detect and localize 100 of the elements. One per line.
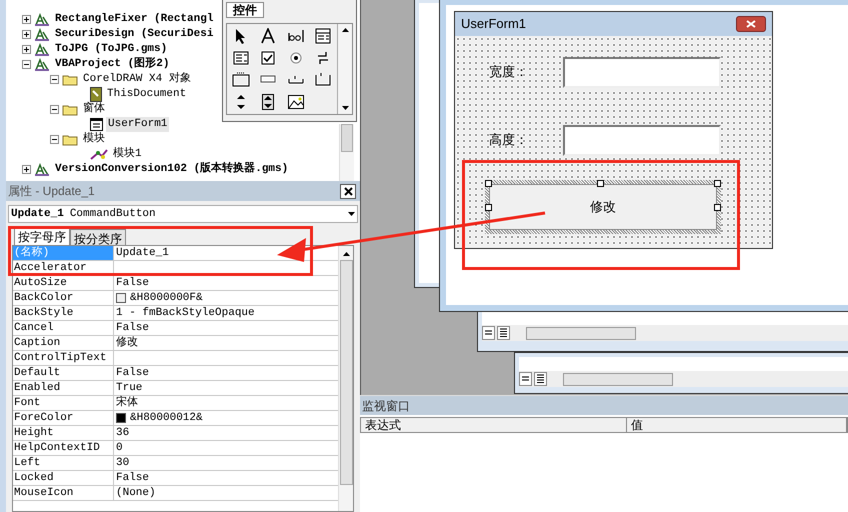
scroll-down-icon[interactable] [342, 106, 348, 110]
resize-handle[interactable] [714, 204, 721, 211]
property-name[interactable]: Default [13, 366, 114, 380]
image-tool-icon[interactable] [288, 95, 304, 110]
project-icon [34, 28, 50, 42]
folder-icon [62, 104, 78, 116]
column-header[interactable]: 表达式 [361, 418, 627, 432]
property-value[interactable]: True [116, 381, 142, 395]
resize-handle[interactable] [485, 204, 492, 211]
tree-item[interactable]: SecuriDesign (SecuriDesi [53, 27, 216, 42]
tree-item[interactable]: VBAProject (图形2) [53, 57, 172, 72]
collapse-toggle[interactable] [50, 105, 59, 114]
collapse-toggle[interactable] [50, 135, 59, 144]
property-name[interactable]: Locked [13, 471, 114, 485]
property-value[interactable]: 宋体 [116, 396, 138, 410]
frame-tool-icon[interactable] [232, 71, 250, 88]
module-view-icon[interactable] [497, 326, 510, 340]
property-name[interactable]: Height [13, 426, 114, 440]
scrollbar[interactable] [526, 326, 636, 340]
property-name[interactable]: ForeColor [13, 411, 114, 425]
property-name[interactable]: AutoSize [13, 276, 114, 290]
tree-item[interactable]: 模块1 [111, 147, 144, 162]
property-value[interactable]: False [116, 366, 150, 380]
command-button[interactable]: 修改 [489, 184, 717, 230]
property-value[interactable]: &H80000012& [130, 411, 203, 425]
resize-handle[interactable] [597, 180, 604, 187]
object-type: CommandButton [70, 206, 157, 222]
tree-item[interactable]: UserForm1 [106, 117, 170, 132]
combobox-tool-icon[interactable] [315, 28, 332, 44]
option-button-tool-icon[interactable] [290, 52, 302, 64]
property-value[interactable]: False [116, 471, 150, 485]
tree-item[interactable]: VersionConversion102 (版本转换器.gms) [53, 162, 290, 177]
property-name[interactable]: Enabled [13, 381, 114, 395]
folder-icon [62, 134, 78, 146]
toolbox-tab[interactable]: 控件 [226, 2, 264, 18]
property-name[interactable]: HelpContextID [13, 441, 114, 455]
tab-strip-tool-icon[interactable] [288, 74, 304, 84]
module-view-icon[interactable] [534, 372, 547, 386]
property-value[interactable]: False [116, 276, 150, 290]
close-icon [344, 186, 352, 196]
project-icon [34, 12, 50, 26]
property-value[interactable]: &H8000000F& [130, 291, 203, 305]
multipage-tool-icon[interactable] [315, 72, 332, 86]
property-name[interactable]: BackStyle [13, 306, 114, 320]
command-button-tool-icon[interactable] [260, 75, 276, 84]
panel-title: 属性 - Update_1 [8, 183, 95, 200]
procedure-view-icon[interactable] [482, 326, 495, 340]
toggle-tool-icon[interactable] [316, 50, 330, 65]
resize-handle[interactable] [714, 180, 721, 187]
folder-icon [62, 74, 78, 86]
property-name[interactable]: ControlTipText [13, 351, 114, 365]
property-value[interactable]: Update_1 [116, 246, 169, 260]
text-field[interactable] [563, 124, 721, 156]
property-name[interactable]: Caption [13, 336, 114, 350]
scroll-up-icon[interactable] [342, 252, 350, 256]
tree-item[interactable]: RectangleFixer (Rectangl [53, 12, 216, 27]
scrollbar[interactable] [337, 24, 352, 114]
property-value[interactable]: (None) [116, 486, 156, 500]
property-name[interactable]: BackColor [13, 291, 114, 305]
property-name[interactable]: Font [13, 396, 114, 410]
tree-item[interactable]: ThisDocument [105, 87, 188, 102]
property-value[interactable]: 36 [116, 426, 130, 440]
module-icon [90, 148, 108, 161]
property-value[interactable]: 30 [116, 456, 130, 470]
textbox-tool-icon[interactable] [286, 28, 305, 43]
tree-item[interactable]: 模块 [81, 132, 107, 147]
text-field[interactable] [563, 56, 721, 88]
resize-handle[interactable] [485, 180, 492, 187]
tree-item[interactable]: 窗体 [81, 102, 107, 117]
close-button[interactable] [736, 16, 766, 32]
expand-toggle[interactable] [22, 165, 31, 174]
properties-tab[interactable]: 按分类序 [70, 229, 126, 245]
object-name: Update_1 [11, 206, 64, 222]
property-value[interactable]: 修改 [116, 336, 138, 350]
property-value[interactable]: 0 [116, 441, 123, 455]
tree-item[interactable]: CorelDRAW X4 对象 [81, 72, 193, 87]
property-name[interactable]: Cancel [13, 321, 114, 335]
close-button[interactable] [340, 184, 356, 198]
property-value[interactable]: False [116, 321, 150, 335]
property-value[interactable]: 1 - fmBackStyleOpaque [116, 306, 255, 320]
scrollbar[interactable] [563, 372, 673, 386]
pointer-icon[interactable] [234, 28, 247, 44]
collapse-toggle[interactable] [22, 60, 31, 69]
property-name[interactable]: MouseIcon [13, 486, 114, 500]
tree-item[interactable]: ToJPG (ToJPG.gms) [53, 42, 170, 57]
expand-toggle[interactable] [22, 30, 31, 39]
property-name[interactable]: Accelerator [13, 261, 114, 275]
listbox-tool-icon[interactable] [232, 50, 249, 65]
spin-tool-icon[interactable] [236, 94, 246, 110]
scrollbar-tool-icon[interactable] [262, 94, 274, 110]
expand-toggle[interactable] [22, 45, 31, 54]
collapse-toggle[interactable] [50, 75, 59, 84]
column-header[interactable]: 值 [627, 418, 847, 432]
object-dropdown[interactable]: Update_1 CommandButton [8, 205, 358, 223]
checkbox-tool-icon[interactable] [261, 50, 276, 65]
label-tool-icon[interactable] [260, 28, 276, 44]
expand-toggle[interactable] [22, 15, 31, 24]
property-name[interactable]: Left [13, 456, 114, 470]
procedure-view-icon[interactable] [519, 372, 532, 386]
scroll-up-icon[interactable] [342, 28, 348, 32]
